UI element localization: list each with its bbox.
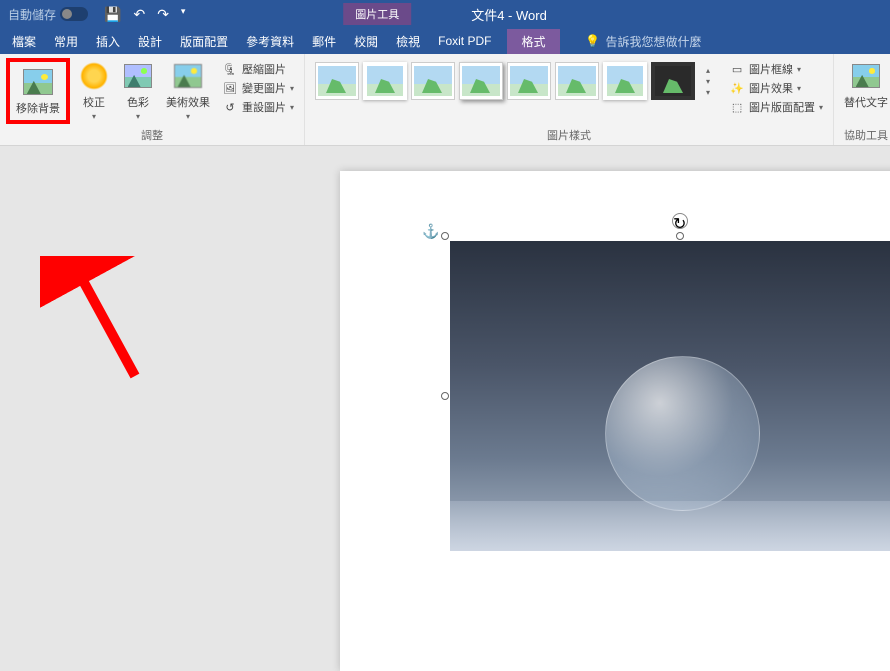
- highlight-annotation: 移除背景: [6, 58, 70, 124]
- alt-text-button[interactable]: 替代文字: [840, 58, 890, 112]
- contextual-tab-label: 圖片工具: [343, 3, 411, 25]
- lightbulb-icon: 💡: [586, 34, 600, 48]
- style-item-reflection[interactable]: [507, 62, 551, 100]
- chevron-up-icon: ▴: [706, 66, 710, 75]
- style-item-soft[interactable]: [555, 62, 599, 100]
- style-item-metal[interactable]: [411, 62, 455, 100]
- style-item-double[interactable]: [603, 62, 647, 100]
- change-picture-button[interactable]: 🖼 變更圖片 ▾: [218, 79, 298, 97]
- quick-access-toolbar: 💾 ↶ ↷ ▾: [104, 6, 185, 23]
- chevron-down-icon: ▾: [797, 84, 801, 93]
- alt-text-label: 替代文字: [844, 94, 888, 110]
- bubble-graphic: [605, 356, 760, 511]
- picture-effects-button[interactable]: ✨ 圖片效果 ▾: [725, 79, 827, 97]
- tab-file[interactable]: 檔案: [10, 29, 38, 54]
- tab-layout[interactable]: 版面配置: [178, 29, 230, 54]
- title-bar: 自動儲存 💾 ↶ ↷ ▾ 圖片工具 文件4 - Word: [0, 0, 890, 28]
- artistic-effects-button[interactable]: 美術效果 ▾: [162, 58, 214, 124]
- tell-me-search[interactable]: 💡 告訴我您想做什麼: [586, 33, 702, 50]
- chevron-down-icon: ▾: [706, 88, 710, 97]
- corrections-button[interactable]: 校正 ▾: [74, 58, 114, 124]
- chevron-down-icon: ▾: [186, 112, 190, 121]
- compress-pictures-button[interactable]: 🗜 壓縮圖片: [218, 60, 298, 78]
- style-gallery-more[interactable]: ▴ ▾ ▾: [699, 62, 717, 100]
- group-access-label: 協助工具: [840, 125, 890, 143]
- reset-picture-button[interactable]: ↺ 重設圖片 ▾: [218, 98, 298, 116]
- group-picture-styles: ▴ ▾ ▾ ▭ 圖片框線 ▾ ✨ 圖片效果 ▾ ⬚ 圖片版面配置 ▾: [305, 54, 834, 145]
- tab-design[interactable]: 設計: [136, 29, 164, 54]
- chevron-down-icon: ▾: [290, 84, 294, 93]
- red-arrow-annotation: [40, 256, 150, 386]
- autosave-toggle[interactable]: 自動儲存: [0, 6, 96, 23]
- chevron-down-icon: ▾: [706, 77, 710, 86]
- toggle-switch[interactable]: [60, 7, 88, 21]
- autosave-label: 自動儲存: [8, 6, 56, 23]
- group-adjust: 移除背景 校正 ▾ 色彩 ▾ 美術效果 ▾ 🗜 壓縮圖片: [0, 54, 305, 145]
- artistic-label: 美術效果: [166, 97, 210, 109]
- group-accessibility: 替代文字 協助工具: [834, 54, 890, 145]
- layout-icon: ⬚: [729, 99, 745, 115]
- sun-icon: [80, 62, 108, 90]
- style-item-framed[interactable]: [363, 62, 407, 100]
- picture-border-button[interactable]: ▭ 圖片框線 ▾: [725, 60, 827, 78]
- chevron-down-icon: ▾: [797, 65, 801, 74]
- rotate-handle[interactable]: ↻: [672, 213, 688, 229]
- style-item-thick-matte[interactable]: [651, 62, 695, 100]
- style-item-simple[interactable]: [315, 62, 359, 100]
- corrections-label: 校正: [83, 97, 105, 109]
- ribbon-tabs: 檔案 常用 插入 設計 版面配置 參考資料 郵件 校閱 檢視 Foxit PDF…: [0, 28, 890, 54]
- tab-view[interactable]: 檢視: [394, 29, 422, 54]
- picture-layout-button[interactable]: ⬚ 圖片版面配置 ▾: [725, 98, 827, 116]
- change-icon: 🖼: [222, 80, 238, 96]
- reset-icon: ↺: [222, 99, 238, 115]
- tab-insert[interactable]: 插入: [94, 29, 122, 54]
- tell-me-label: 告訴我您想做什麼: [606, 33, 702, 50]
- tab-home[interactable]: 常用: [52, 29, 80, 54]
- selected-image[interactable]: ⚓ ↻: [450, 241, 890, 551]
- ground-graphic: [450, 501, 890, 551]
- image-content: [450, 241, 890, 551]
- tab-review[interactable]: 校閱: [352, 29, 380, 54]
- border-icon: ▭: [729, 61, 745, 77]
- anchor-icon: ⚓: [422, 223, 440, 241]
- save-icon[interactable]: 💾: [104, 6, 121, 23]
- chevron-down-icon: ▾: [290, 103, 294, 112]
- tab-mailings[interactable]: 郵件: [310, 29, 338, 54]
- redo-icon[interactable]: ↷: [157, 6, 169, 23]
- color-button[interactable]: 色彩 ▾: [118, 58, 158, 124]
- picture-style-gallery: ▴ ▾ ▾: [311, 58, 721, 104]
- remove-bg-label: 移除背景: [16, 100, 60, 116]
- document-canvas: ⚓ ↻: [0, 146, 890, 539]
- effects-icon: ✨: [729, 80, 745, 96]
- tab-format[interactable]: 格式: [507, 29, 559, 54]
- document-title: 文件4 - Word: [471, 5, 547, 24]
- tab-references[interactable]: 參考資料: [244, 29, 296, 54]
- color-label: 色彩: [127, 97, 149, 109]
- chevron-down-icon: ▾: [136, 112, 140, 121]
- compress-icon: 🗜: [222, 61, 238, 77]
- group-styles-label: 圖片樣式: [311, 125, 827, 143]
- style-item-shadow[interactable]: [459, 62, 503, 100]
- group-adjust-label: 調整: [6, 125, 298, 143]
- chevron-down-icon: ▾: [92, 112, 96, 121]
- remove-background-button[interactable]: 移除背景: [12, 64, 64, 118]
- undo-icon[interactable]: ↶: [133, 6, 145, 23]
- ribbon-content: 移除背景 校正 ▾ 色彩 ▾ 美術效果 ▾ 🗜 壓縮圖片: [0, 54, 890, 146]
- chevron-down-icon: ▾: [819, 103, 823, 112]
- tab-foxit[interactable]: Foxit PDF: [436, 30, 493, 52]
- qat-customize-icon[interactable]: ▾: [181, 6, 186, 23]
